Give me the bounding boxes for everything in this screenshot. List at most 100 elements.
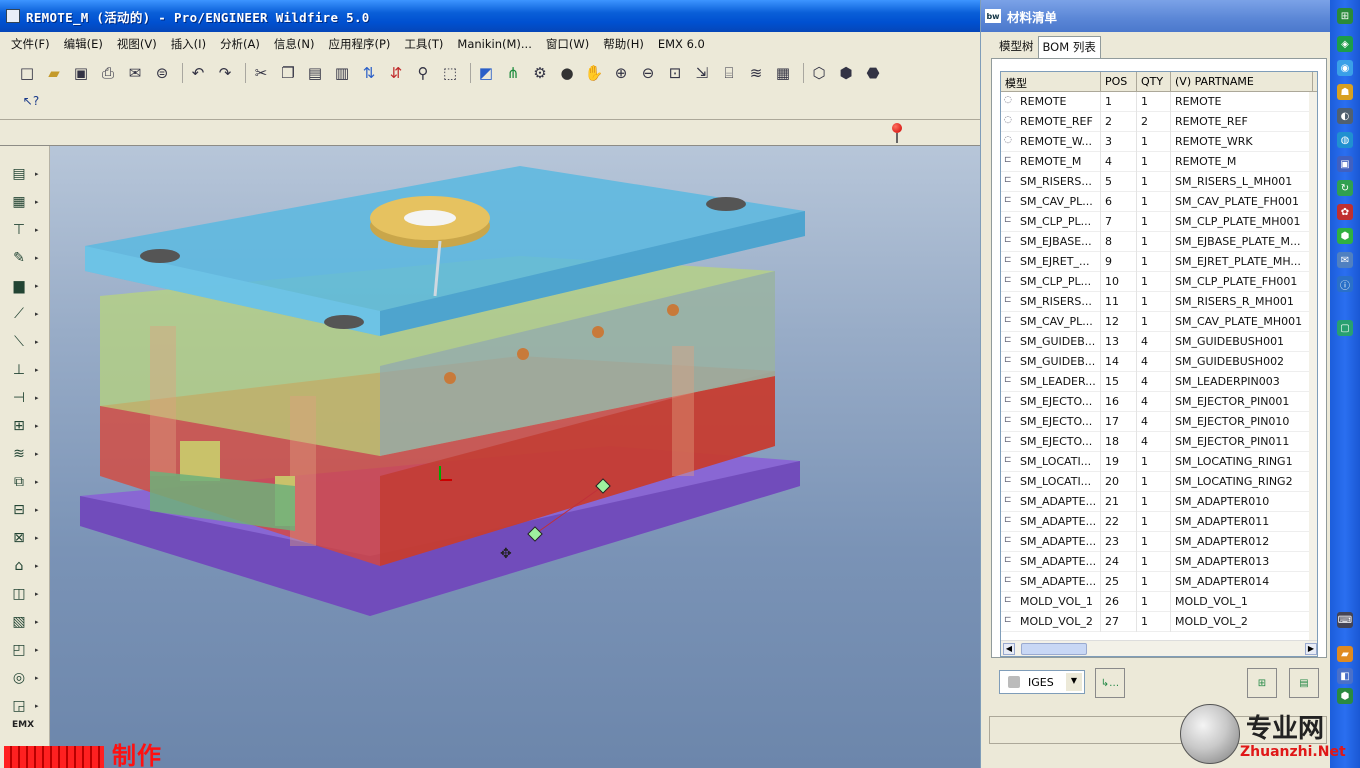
- table-row[interactable]: ⊏SM_EJRET_...91SM_EJRET_PLATE_MH...0: [1001, 252, 1317, 272]
- menu-applications[interactable]: 应用程序(P): [323, 36, 399, 52]
- table-row[interactable]: ⊏SM_LOCATI...201SM_LOCATING_RING25: [1001, 472, 1317, 492]
- main-titlebar[interactable]: REMOTE_M (活动的) - Pro/ENGINEER Wildfire 5…: [0, 0, 980, 32]
- table-row[interactable]: ⊏SM_EJBASE...81SM_EJBASE_PLATE_M...0: [1001, 232, 1317, 252]
- table-row[interactable]: ⊏ REMOTE_M 4 1 REMOTE_M: [1001, 152, 1317, 172]
- cooling-icon[interactable]: ≋: [8, 444, 30, 464]
- table-row[interactable]: ⊏SM_CAV_PL...121SM_CAV_PLATE_MH0010: [1001, 312, 1317, 332]
- table-row[interactable]: ◌ REMOTE 1 1 REMOTE: [1001, 92, 1317, 112]
- network-icon[interactable]: ◉: [1337, 60, 1353, 76]
- user-icon[interactable]: ☗: [1337, 84, 1353, 100]
- menu-view[interactable]: 视图(V): [112, 36, 166, 52]
- table-row[interactable]: ⊏SM_GUIDEB...144SM_GUIDEBUSH0023: [1001, 352, 1317, 372]
- col-pos[interactable]: POS: [1101, 72, 1137, 92]
- scroll-right-icon[interactable]: ▶: [1305, 643, 1317, 655]
- table-button[interactable]: ▤: [1289, 668, 1319, 698]
- spring-icon[interactable]: ⧉: [8, 472, 30, 492]
- no-hidden-icon[interactable]: ⬣: [862, 62, 884, 84]
- zoom-out-icon[interactable]: ⊖: [637, 62, 659, 84]
- table-row[interactable]: ⊏MOLD_VOL_2271MOLD_VOL_21: [1001, 612, 1317, 632]
- check-icon[interactable]: ◲: [8, 696, 30, 716]
- slider-icon[interactable]: ⊣: [8, 388, 30, 408]
- menu-analysis[interactable]: 分析(A): [215, 36, 269, 52]
- keyboard-icon[interactable]: ⌨: [1337, 612, 1353, 628]
- table-row[interactable]: ⊏SM_ADAPTE...231SM_ADAPTER0127: [1001, 532, 1317, 552]
- graphics-window[interactable]: ✥: [50, 146, 980, 768]
- undo-icon[interactable]: ↶: [187, 62, 209, 84]
- globe-icon[interactable]: ◍: [1337, 132, 1353, 148]
- redo-icon[interactable]: ↷: [214, 62, 236, 84]
- ejector-icon[interactable]: ⟋: [8, 304, 30, 324]
- refit-icon[interactable]: ⊡: [664, 62, 686, 84]
- print-icon[interactable]: ⎙: [97, 62, 119, 84]
- email-icon[interactable]: ✉: [124, 62, 146, 84]
- pan-hand-icon[interactable]: ✋: [583, 62, 605, 84]
- status-flag-icon[interactable]: [892, 123, 904, 143]
- table-row[interactable]: ⊏SM_CAV_PL...61SM_CAV_PLATE_FH0010: [1001, 192, 1317, 212]
- zoom-in-icon[interactable]: ⊕: [610, 62, 632, 84]
- screw-icon[interactable]: ⊤: [8, 220, 30, 240]
- mold-assembly-model[interactable]: ✥: [50, 146, 980, 768]
- bolt-icon[interactable]: ⌂: [8, 556, 30, 576]
- stop-pin-icon[interactable]: ⊟: [8, 500, 30, 520]
- table-row[interactable]: ◌ REMOTE_W... 3 1 REMOTE_WRK: [1001, 132, 1317, 152]
- layers-icon[interactable]: ≋: [745, 62, 767, 84]
- speaker-icon[interactable]: ◐: [1337, 108, 1353, 124]
- table-row[interactable]: ◌ REMOTE_REF 2 2 REMOTE_REF: [1001, 112, 1317, 132]
- scroll-left-icon[interactable]: ◀: [1003, 643, 1015, 655]
- display-icon[interactable]: ◧: [1337, 668, 1353, 684]
- pin-icon[interactable]: ✎: [8, 248, 30, 268]
- lifter-icon[interactable]: ⊞: [8, 416, 30, 436]
- wireframe-icon[interactable]: ⬡: [808, 62, 830, 84]
- table-row[interactable]: ⊏SM_ADAPTE...241SM_ADAPTER0137: [1001, 552, 1317, 572]
- app-window-icon[interactable]: ▢: [1337, 320, 1353, 336]
- table-row[interactable]: ⊏SM_RISERS...111SM_RISERS_R_MH0010: [1001, 292, 1317, 312]
- bom-vertical-scrollbar[interactable]: [1309, 92, 1317, 640]
- copy-icon[interactable]: ❐: [277, 62, 299, 84]
- regenerate-icon[interactable]: ⇅: [358, 62, 380, 84]
- new-file-icon[interactable]: □: [16, 62, 38, 84]
- table-row[interactable]: ⊏SM_EJECTO...184SM_EJECTOR_PIN0114: [1001, 432, 1317, 452]
- guide-icon[interactable]: ⟍: [8, 332, 30, 352]
- menu-tools[interactable]: 工具(T): [399, 36, 452, 52]
- reorient-icon[interactable]: ⇲: [691, 62, 713, 84]
- mold-base-icon[interactable]: ▦: [8, 192, 30, 212]
- col-model[interactable]: 模型: [1001, 72, 1101, 92]
- col-f[interactable]: F: [1313, 72, 1317, 92]
- table-row[interactable]: ⊏SM_EJECTO...174SM_EJECTOR_PIN0104: [1001, 412, 1317, 432]
- find-icon[interactable]: ⚲: [412, 62, 434, 84]
- menu-window[interactable]: 窗口(W): [541, 36, 598, 52]
- menu-info[interactable]: 信息(N): [269, 36, 324, 52]
- menu-emx[interactable]: EMX 6.0: [653, 37, 714, 51]
- table-row[interactable]: ⊏SM_EJECTO...164SM_EJECTOR_PIN0014: [1001, 392, 1317, 412]
- info-icon[interactable]: ⓘ: [1337, 276, 1353, 292]
- mail-icon[interactable]: ✉: [1337, 252, 1353, 268]
- regen-manager-icon[interactable]: ⇵: [385, 62, 407, 84]
- repaint-icon[interactable]: ◩: [475, 62, 497, 84]
- table-row[interactable]: ⊏SM_ADAPTE...251SM_ADAPTER0147: [1001, 572, 1317, 592]
- insert-button[interactable]: ⊞: [1247, 668, 1277, 698]
- table-row[interactable]: ⊏SM_ADAPTE...221SM_ADAPTER0117: [1001, 512, 1317, 532]
- shield-icon[interactable]: ◈: [1337, 36, 1353, 52]
- security-icon[interactable]: ⬢: [1337, 228, 1353, 244]
- menu-insert[interactable]: 插入(I): [166, 36, 215, 52]
- bom-horizontal-scrollbar[interactable]: ◀ ▶: [1001, 640, 1317, 656]
- hidden-line-icon[interactable]: ⬢: [835, 62, 857, 84]
- table-row[interactable]: ⊏SM_ADAPTE...211SM_ADAPTER0107: [1001, 492, 1317, 512]
- support-icon[interactable]: ⊠: [8, 528, 30, 548]
- context-help-icon[interactable]: ↖?: [20, 90, 42, 112]
- paste-icon[interactable]: ▤: [304, 62, 326, 84]
- refresh-icon[interactable]: ↻: [1337, 180, 1353, 196]
- drawing-icon[interactable]: ◰: [8, 640, 30, 660]
- select-box-icon[interactable]: ⬚: [439, 62, 461, 84]
- leader-pin-icon[interactable]: ⊥: [8, 360, 30, 380]
- folder-icon[interactable]: ▰: [1337, 646, 1353, 662]
- open-folder-icon[interactable]: ▰: [43, 62, 65, 84]
- save-icon[interactable]: ▣: [70, 62, 92, 84]
- col-partname[interactable]: (V) PARTNAME: [1171, 72, 1313, 92]
- paste-special-icon[interactable]: ▥: [331, 62, 353, 84]
- spin-center-icon[interactable]: ⋔: [502, 62, 524, 84]
- component-icon[interactable]: ◫: [8, 584, 30, 604]
- plate-icon[interactable]: ▆: [8, 276, 30, 296]
- tab-bom-list[interactable]: BOM 列表: [1037, 36, 1101, 58]
- monitor-icon[interactable]: ▣: [1337, 156, 1353, 172]
